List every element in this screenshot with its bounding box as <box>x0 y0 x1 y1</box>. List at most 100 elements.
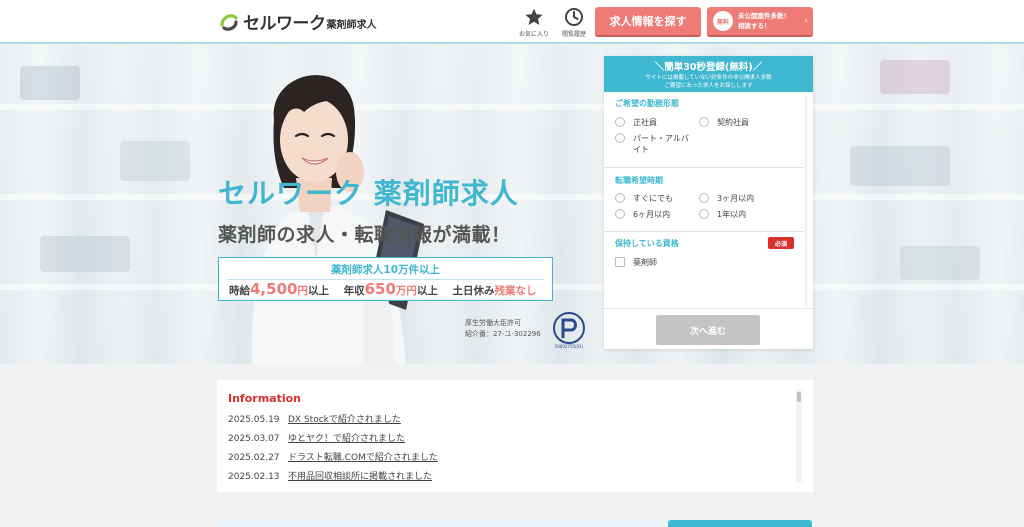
form-header-title: ＼簡単30秒登録(無料)／ <box>654 62 763 73</box>
hourly-unit: 円 <box>297 285 308 297</box>
history-label: 閲覧履歴 <box>561 31 586 38</box>
pharmacist-illustration <box>251 75 424 364</box>
bg-shape <box>20 66 80 100</box>
option-6-months[interactable]: 6ヶ月以内 <box>615 209 670 220</box>
logo-sub-text: 薬剤師求人 <box>326 20 377 31</box>
holiday-highlight: 残業なし <box>494 285 537 297</box>
option-3-months[interactable]: 3ヶ月以内 <box>699 193 754 204</box>
option-1-year[interactable]: 1年以内 <box>699 209 746 220</box>
annual-suffix: 以上 <box>416 285 438 297</box>
news-item: 2025.03.07 ゆとヤク！で紹介されました <box>228 431 405 444</box>
hero-section: セルワーク 薬剤師求人 薬剤師の求人・転職情報が満載！ 薬剤師求人10万件以上 … <box>0 46 1024 364</box>
hero-conditions: 時給4,500円以上 年収650万円以上 土日休み残業なし <box>229 280 537 298</box>
site-logo[interactable]: セルワーク 薬剤師求人 <box>218 9 377 34</box>
form-scrollbar[interactable] <box>805 96 807 306</box>
radio-button[interactable] <box>615 193 625 203</box>
transfer-timing-label: 転職希望時期 <box>615 176 663 185</box>
news-date: 2025.02.13 <box>228 472 280 482</box>
star-icon <box>514 7 554 27</box>
option-label-line1: パート・アルバ <box>633 134 689 143</box>
option-label-line2: イト <box>633 145 649 154</box>
logo-main-text: セルワーク <box>243 14 326 34</box>
free-badge: 無料 <box>713 11 733 31</box>
option-label: 3ヶ月以内 <box>717 194 755 203</box>
news-date: 2025.03.07 <box>228 434 280 444</box>
logo-mark-icon <box>218 11 240 33</box>
radio-button[interactable] <box>615 133 625 143</box>
option-label: 契約社員 <box>717 118 749 127</box>
license-info: 厚生労働大臣許可 紹介番：27-ユ-302296 <box>465 318 541 340</box>
clock-icon <box>554 7 594 27</box>
option-part-time[interactable]: パート・アルバ イト <box>615 133 689 155</box>
news-item: 2025.02.27 ドラスト転職.COMで紹介されました <box>228 450 438 463</box>
hourly-suffix: 以上 <box>307 285 329 297</box>
news-item: 2025.05.19 DX Stockで紹介されました <box>228 412 401 425</box>
hourly-value: 4,500 <box>250 280 298 298</box>
information-scrollbar[interactable] <box>796 390 802 482</box>
bg-shape <box>120 141 190 181</box>
option-label: 正社員 <box>633 118 657 127</box>
consult-line1: 未公開案件多数！ <box>738 12 790 20</box>
favorites-link[interactable]: お気に入り <box>514 7 554 38</box>
bg-shape <box>40 236 130 272</box>
qualification-section: 保持している資格 必須 薬剤師 <box>604 232 804 308</box>
information-panel: Information 2025.05.19 DX Stockで紹介されました 2… <box>217 380 813 492</box>
privacy-mark-icon: 20002755(01) <box>553 312 585 349</box>
radio-button[interactable] <box>615 117 625 127</box>
annual-unit: 万円 <box>395 285 417 297</box>
option-label: 薬剤師 <box>633 258 657 267</box>
chevron-right-icon: › <box>804 16 808 26</box>
employment-type-label: ご希望の勤務形態 <box>615 99 679 108</box>
hero-title: セルワーク 薬剤師求人 <box>218 177 519 210</box>
bg-shape <box>850 146 950 186</box>
job-count-text: 薬剤師求人10万件以上 <box>227 262 544 280</box>
option-full-time[interactable]: 正社員 <box>615 117 657 128</box>
hero-subtitle: 薬剤師の求人・転職情報が満載！ <box>218 224 511 246</box>
option-label: すぐにでも <box>633 194 673 203</box>
transfer-timing-section: 転職希望時期 必須 すぐにでも 3ヶ月以内 6ヶ月以内 1年以内 <box>604 168 804 232</box>
option-pharmacist[interactable]: 薬剤師 <box>615 257 657 268</box>
license-line2: 紹介番：27-ユ-302296 <box>465 330 541 338</box>
option-label: 6ヶ月以内 <box>633 210 671 219</box>
employment-type-section: ご希望の勤務形態 必須 正社員 契約社員 パート・アルバイト <box>604 92 804 168</box>
information-title: Information <box>228 392 301 405</box>
search-jobs-button[interactable]: 求人情報を探す <box>595 7 701 35</box>
news-link[interactable]: DX Stockで紹介されました <box>288 415 401 425</box>
form-header-line1: サイトには掲載していない好条件の非公開求人多数 <box>645 75 772 81</box>
news-date: 2025.05.19 <box>228 415 280 425</box>
scrollbar-thumb[interactable] <box>797 392 801 402</box>
bg-shape <box>900 246 980 280</box>
option-immediately[interactable]: すぐにでも <box>615 193 673 204</box>
radio-button[interactable] <box>699 193 709 203</box>
form-header-line2: ご要望にあった求人をお探しします <box>664 83 753 89</box>
history-link[interactable]: 閲覧履歴 <box>554 7 594 38</box>
radio-button[interactable] <box>699 117 709 127</box>
radio-button[interactable] <box>615 209 625 219</box>
form-header: ＼簡単30秒登録(無料)／ サイトには掲載していない好条件の非公開求人多数 ご要… <box>604 56 813 92</box>
news-link[interactable]: ドラスト転職.COMで紹介されました <box>288 453 438 463</box>
news-item: 2025.02.13 不用品回収相談所に掲載されました <box>228 469 432 482</box>
annual-prefix: 年収 <box>343 285 365 297</box>
consult-text: 未公開案件多数！ 相談する！ <box>738 11 790 31</box>
required-badge: 必須 <box>768 237 794 249</box>
qualification-label: 保持している資格 <box>615 239 679 248</box>
hourly-prefix: 時給 <box>229 285 250 297</box>
form-footer: 次へ進む <box>604 308 813 349</box>
hero-highlight-box: 薬剤師求人10万件以上 時給4,500円以上 年収650万円以上 土日休み残業な… <box>218 257 553 301</box>
news-link[interactable]: ゆとヤク！で紹介されました <box>288 434 405 444</box>
favorites-label: お気に入り <box>518 31 549 38</box>
news-link[interactable]: 不用品回収相談所に掲載されました <box>288 472 432 482</box>
registration-form: ＼簡単30秒登録(無料)／ サイトには掲載していない好条件の非公開求人多数 ご要… <box>604 56 813 349</box>
checkbox[interactable] <box>615 257 625 267</box>
radio-button[interactable] <box>699 209 709 219</box>
consult-button[interactable]: 無料 未公開案件多数！ 相談する！ › <box>707 7 813 35</box>
bg-shape <box>880 60 950 94</box>
site-header: セルワーク 薬剤師求人 お気に入り 閲覧履歴 求人情報を探す 無料 未公開案件多… <box>0 0 1024 44</box>
consult-line2: 相談する！ <box>738 22 771 30</box>
annual-value: 650 <box>364 280 396 298</box>
option-contract[interactable]: 契約社員 <box>699 117 749 128</box>
next-button[interactable]: 次へ進む <box>656 315 760 345</box>
license-line1: 厚生労働大臣許可 <box>465 319 521 327</box>
news-date: 2025.02.27 <box>228 453 280 463</box>
bottom-action-button[interactable] <box>668 520 812 527</box>
